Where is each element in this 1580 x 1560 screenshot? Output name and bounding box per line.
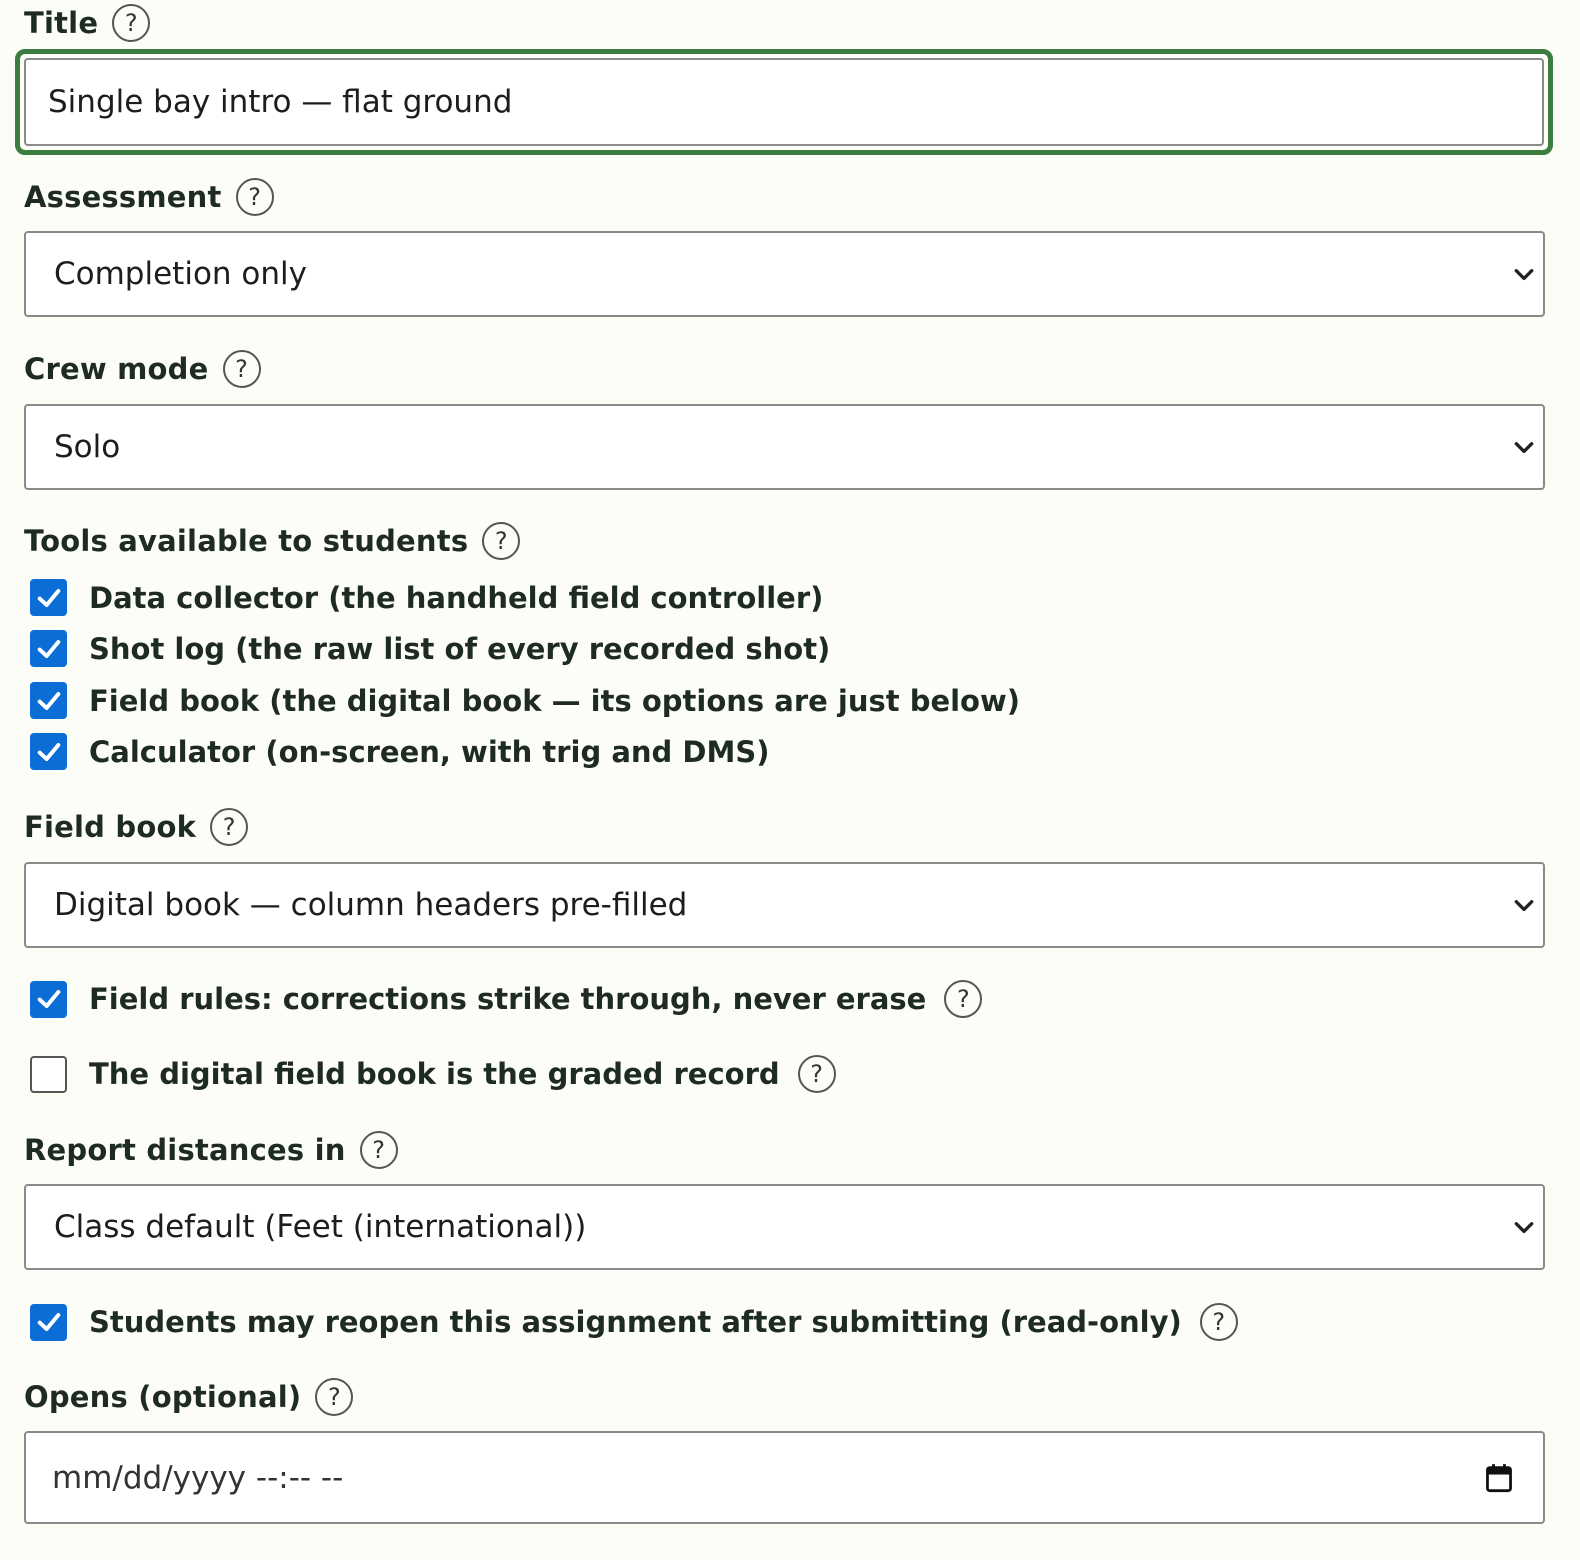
- distances-select-value: Class default (Feet (international)): [54, 1209, 587, 1245]
- checkmark-icon: [37, 691, 60, 710]
- checkmark-icon: [37, 588, 60, 607]
- title-input-value: Single bay intro — flat ground: [48, 84, 513, 120]
- tools-label: Tools available to students ?: [24, 522, 521, 560]
- reopen-row[interactable]: Students may reopen this assignment afte…: [30, 1303, 1238, 1341]
- assessment-label: Assessment ?: [24, 178, 274, 216]
- graded-record-label: The digital field book is the graded rec…: [89, 1057, 780, 1091]
- opens-label-text: Opens (optional): [24, 1380, 302, 1414]
- field-book-select[interactable]: Digital book — column headers pre-filled: [24, 862, 1545, 948]
- tool-shot-log-checkbox[interactable]: [30, 630, 67, 667]
- tool-data-collector-label: Data collector (the handheld field contr…: [89, 580, 824, 615]
- assessment-help-icon[interactable]: ?: [235, 178, 274, 216]
- field-rules-checkbox[interactable]: [30, 980, 67, 1018]
- chevron-down-icon: [1514, 442, 1534, 454]
- tool-calculator-checkbox[interactable]: [30, 733, 67, 770]
- chevron-down-icon: [1514, 1222, 1534, 1234]
- distances-label: Report distances in ?: [24, 1131, 398, 1169]
- opens-datetime-placeholder: mm/dd/yyyy --:-- --: [52, 1459, 344, 1496]
- title-input[interactable]: Single bay intro — flat ground: [15, 49, 1553, 155]
- distances-help-icon[interactable]: ?: [359, 1131, 398, 1169]
- reopen-checkbox[interactable]: [30, 1303, 67, 1341]
- chevron-down-icon: [1514, 269, 1534, 281]
- tool-shot-log-row[interactable]: Shot log (the raw list of every recorded…: [30, 630, 830, 667]
- graded-record-row[interactable]: The digital field book is the graded rec…: [30, 1055, 836, 1093]
- assessment-select-value: Completion only: [54, 256, 307, 292]
- title-label-text: Title: [24, 6, 99, 40]
- crew-mode-label: Crew mode ?: [24, 350, 261, 388]
- checkmark-icon: [37, 742, 60, 761]
- crew-mode-label-text: Crew mode: [24, 352, 209, 386]
- crew-mode-select[interactable]: Solo: [24, 404, 1545, 490]
- tool-field-book-checkbox[interactable]: [30, 682, 67, 719]
- title-label: Title ?: [24, 4, 151, 42]
- crew-mode-select-value: Solo: [54, 429, 121, 465]
- reopen-help-icon[interactable]: ?: [1199, 1303, 1238, 1341]
- field-rules-help-icon[interactable]: ?: [944, 980, 983, 1018]
- opens-label: Opens (optional) ?: [24, 1378, 354, 1416]
- graded-record-help-icon[interactable]: ?: [797, 1055, 836, 1093]
- tool-field-book-label: Field book (the digital book — its optio…: [89, 683, 1021, 718]
- crew-mode-help-icon[interactable]: ?: [222, 350, 261, 388]
- tool-calculator-label: Calculator (on-screen, with trig and DMS…: [89, 734, 770, 769]
- chevron-down-icon: [1514, 900, 1534, 912]
- tool-shot-log-label: Shot log (the raw list of every recorded…: [89, 631, 831, 666]
- tool-calculator-row[interactable]: Calculator (on-screen, with trig and DMS…: [30, 733, 769, 770]
- opens-help-icon[interactable]: ?: [315, 1378, 354, 1416]
- assessment-select[interactable]: Completion only: [24, 231, 1545, 317]
- tools-help-icon[interactable]: ?: [482, 522, 521, 560]
- checkmark-icon: [37, 990, 60, 1008]
- calendar-icon[interactable]: [1485, 1463, 1513, 1493]
- field-book-label-text: Field book: [24, 810, 197, 844]
- tools-label-text: Tools available to students: [24, 524, 469, 558]
- field-book-select-value: Digital book — column headers pre-filled: [54, 887, 688, 923]
- checkmark-icon: [37, 1313, 60, 1331]
- distances-label-text: Report distances in: [24, 1133, 346, 1167]
- field-book-help-icon[interactable]: ?: [210, 808, 249, 846]
- field-book-label: Field book ?: [24, 808, 249, 846]
- checkmark-icon: [37, 639, 60, 658]
- opens-datetime-input[interactable]: mm/dd/yyyy --:-- --: [24, 1431, 1545, 1524]
- field-rules-row[interactable]: Field rules: corrections strike through,…: [30, 980, 983, 1018]
- tool-field-book-row[interactable]: Field book (the digital book — its optio…: [30, 682, 1020, 719]
- tool-data-collector-checkbox[interactable]: [30, 579, 67, 616]
- graded-record-checkbox[interactable]: [30, 1055, 67, 1093]
- title-help-icon[interactable]: ?: [112, 4, 151, 42]
- assessment-label-text: Assessment: [24, 180, 222, 214]
- tool-data-collector-row[interactable]: Data collector (the handheld field contr…: [30, 579, 823, 616]
- distances-select[interactable]: Class default (Feet (international)): [24, 1184, 1545, 1270]
- field-rules-label: Field rules: corrections strike through,…: [89, 982, 927, 1016]
- reopen-label: Students may reopen this assignment afte…: [89, 1305, 1182, 1339]
